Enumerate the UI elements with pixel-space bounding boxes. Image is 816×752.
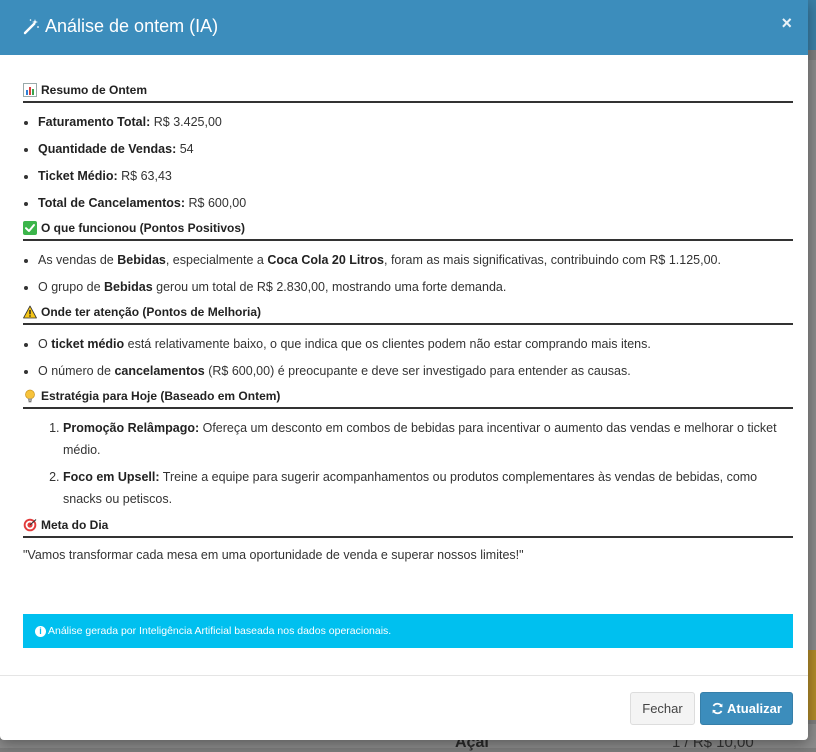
- modal-title: Análise de ontem (IA): [22, 16, 218, 37]
- ai-info-alert: i Análise gerada por Inteligência Artifi…: [23, 614, 793, 648]
- bar-chart-icon: [23, 83, 37, 97]
- modal-body: Resumo de Ontem Faturamento Total: R$ 3.…: [23, 55, 793, 648]
- warning-icon: [23, 305, 37, 319]
- section-title-melhoria: Onde ter atenção (Pontos de Melhoria): [23, 305, 793, 325]
- background-side-panel: [808, 60, 816, 660]
- check-icon: [23, 221, 37, 235]
- list-item: Ticket Médio: R$ 63,43: [38, 165, 793, 187]
- close-button[interactable]: ×: [781, 14, 792, 32]
- modal-title-text: Análise de ontem (IA): [45, 16, 219, 36]
- modal-header: Análise de ontem (IA) ×: [0, 0, 808, 55]
- analysis-modal: Análise de ontem (IA) × Resumo de Ontem …: [0, 0, 808, 740]
- list-item: Promoção Relâmpago: Ofereça um desconto …: [63, 417, 793, 461]
- list-item: O número de cancelamentos (R$ 600,00) é …: [38, 360, 793, 382]
- alert-text: Análise gerada por Inteligência Artifici…: [48, 625, 392, 637]
- meta-quote: "Vamos transformar cada mesa em uma opor…: [23, 548, 524, 562]
- list-item: Foco em Upsell: Treine a equipe para sug…: [63, 466, 793, 510]
- target-icon: [23, 518, 37, 532]
- info-icon: i: [35, 625, 46, 637]
- background-accent-block: [808, 650, 816, 720]
- list-item: O ticket médio está relativamente baixo,…: [38, 333, 793, 355]
- close-modal-button[interactable]: Fechar: [630, 692, 695, 725]
- lightbulb-icon: [25, 389, 35, 403]
- list-item: Quantidade de Vendas: 54: [38, 138, 793, 160]
- magic-wand-icon: [23, 18, 39, 34]
- list-item: As vendas de Bebidas, especialmente a Co…: [38, 249, 793, 271]
- positivos-list: As vendas de Bebidas, especialmente a Co…: [23, 249, 793, 298]
- refresh-button[interactable]: Atualizar: [700, 692, 793, 725]
- melhoria-list: O ticket médio está relativamente baixo,…: [23, 333, 793, 382]
- section-title-resumo: Resumo de Ontem: [23, 83, 793, 103]
- section-title-positivos: O que funcionou (Pontos Positivos): [23, 221, 793, 241]
- list-item: O grupo de Bebidas gerou um total de R$ …: [38, 276, 793, 298]
- list-item: Faturamento Total: R$ 3.425,00: [38, 111, 793, 133]
- estrategia-list: Promoção Relâmpago: Ofereça um desconto …: [23, 417, 793, 510]
- refresh-button-label: Atualizar: [727, 701, 782, 716]
- section-title-estrategia: Estratégia para Hoje (Baseado em Ontem): [23, 389, 793, 409]
- list-item: Total de Cancelamentos: R$ 600,00: [38, 192, 793, 214]
- section-title-meta: Meta do Dia: [23, 518, 793, 538]
- resumo-list: Faturamento Total: R$ 3.425,00 Quantidad…: [23, 111, 793, 214]
- refresh-icon: [712, 702, 723, 715]
- modal-footer: Fechar Atualizar: [0, 675, 808, 740]
